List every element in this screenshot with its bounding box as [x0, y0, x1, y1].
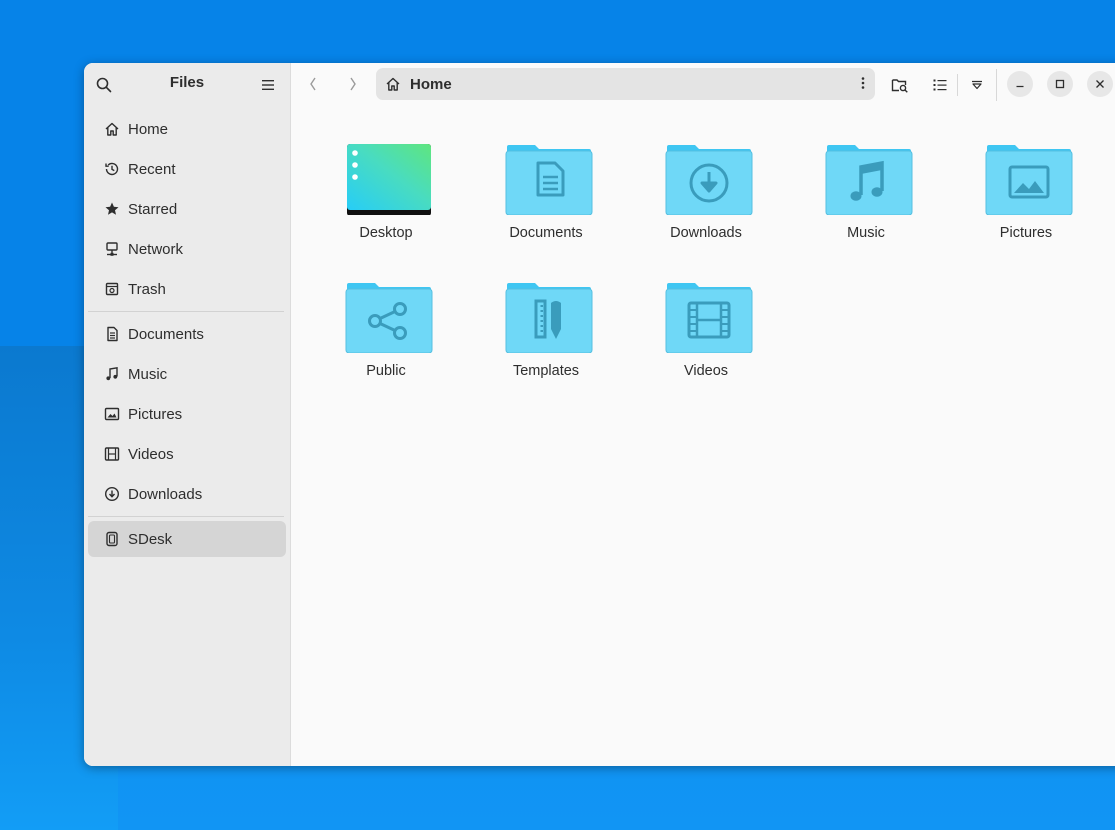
sidebar-item-label: Music — [128, 365, 168, 383]
minimize-icon — [1016, 85, 1024, 88]
sidebar-item-home[interactable]: Home — [88, 111, 286, 147]
file-item-music[interactable]: Music — [796, 133, 936, 263]
kebab-menu-icon — [861, 77, 865, 89]
file-item-public[interactable]: Public — [316, 271, 456, 401]
sidebar-item-network[interactable]: Network — [88, 231, 286, 267]
sidebar-item-pictures[interactable]: Pictures — [88, 396, 286, 432]
desktop-folder-icon — [347, 144, 431, 215]
minimize-button[interactable] — [1007, 71, 1033, 97]
sidebar-item-sdesk[interactable]: SDesk — [88, 521, 286, 557]
pictures-folder-icon — [985, 145, 1073, 215]
star-icon — [104, 201, 120, 217]
sidebar-item-downloads[interactable]: Downloads — [88, 476, 286, 512]
trash-icon — [104, 281, 120, 297]
file-label: Videos — [683, 363, 729, 379]
sidebar-item-label: Trash — [128, 280, 166, 298]
chevron-left-icon — [310, 77, 316, 91]
list-view-button[interactable] — [929, 74, 951, 96]
sidebar-item-label: Documents — [128, 325, 204, 343]
header-bar: Home — [291, 63, 1115, 105]
toolbar-separator — [957, 74, 958, 96]
file-label: Pictures — [999, 225, 1053, 241]
picture-icon — [104, 406, 120, 422]
sidebar-item-label: Recent — [128, 160, 176, 178]
list-view-icon — [933, 79, 947, 91]
sidebar-header: Files — [84, 63, 290, 105]
file-item-desktop[interactable]: Desktop — [316, 133, 456, 263]
main-content: Home Desktop Documents Downloads Music P… — [291, 63, 1115, 766]
chevron-right-icon — [350, 77, 356, 91]
file-label: Music — [847, 225, 885, 241]
document-icon — [104, 326, 120, 342]
downloads-folder-icon — [665, 145, 753, 215]
back-button[interactable] — [303, 74, 323, 94]
sidebar-item-label: SDesk — [128, 530, 173, 548]
videos-folder-icon — [665, 283, 753, 353]
maximize-icon — [1055, 79, 1065, 89]
sidebar-separator — [88, 516, 284, 517]
close-icon — [1096, 80, 1104, 88]
clock-icon — [104, 161, 120, 177]
hamburger-icon — [262, 80, 274, 90]
close-button[interactable] — [1087, 71, 1113, 97]
home-icon — [385, 76, 401, 92]
sidebar-item-videos[interactable]: Videos — [88, 436, 286, 472]
templates-folder-icon — [505, 283, 593, 353]
public-folder-icon — [345, 283, 433, 353]
music-folder-icon — [825, 145, 913, 215]
chevron-down-icon — [972, 80, 982, 90]
file-label: Downloads — [670, 225, 742, 241]
forward-button[interactable] — [343, 74, 363, 94]
file-item-pictures[interactable]: Pictures — [956, 133, 1096, 263]
sidebar-separator — [88, 311, 284, 312]
documents-folder-icon — [505, 145, 593, 215]
home-icon — [104, 121, 120, 137]
maximize-button[interactable] — [1047, 71, 1073, 97]
sidebar-item-documents[interactable]: Documents — [88, 316, 286, 352]
folder-search-icon — [891, 79, 908, 93]
sidebar-item-label: Network — [128, 240, 184, 258]
sidebar-item-trash[interactable]: Trash — [88, 271, 286, 307]
file-item-videos[interactable]: Videos — [636, 271, 776, 401]
video-icon — [104, 446, 120, 462]
main-menu-button[interactable] — [258, 75, 278, 95]
file-item-templates[interactable]: Templates — [476, 271, 616, 401]
location-label: Home — [410, 75, 452, 93]
sidebar-item-label: Pictures — [128, 405, 183, 423]
sidebar-item-label: Downloads — [128, 485, 203, 503]
file-label: Templates — [512, 363, 580, 379]
network-icon — [104, 241, 120, 257]
sidebar-item-recent[interactable]: Recent — [88, 151, 286, 187]
sidebar-item-starred[interactable]: Starred — [88, 191, 286, 227]
location-menu-button[interactable] — [861, 76, 865, 90]
file-item-documents[interactable]: Documents — [476, 133, 616, 263]
file-label: Documents — [509, 225, 583, 241]
file-item-downloads[interactable]: Downloads — [636, 133, 776, 263]
file-label: Desktop — [359, 225, 413, 241]
file-label: Public — [366, 363, 406, 379]
sidebar-item-label: Starred — [128, 200, 178, 218]
search-folder-button[interactable] — [889, 74, 911, 96]
sidebar-item-label: Videos — [128, 445, 174, 463]
sidebar-item-music[interactable]: Music — [88, 356, 286, 392]
drive-icon — [104, 531, 120, 547]
music-icon — [104, 366, 120, 382]
sidebar-item-label: Home — [128, 120, 169, 138]
files-window: Files Home Recent Starred Network Trash — [84, 63, 1115, 766]
location-bar[interactable]: Home — [376, 68, 875, 100]
download-icon — [104, 486, 120, 502]
toolbar-separator — [996, 69, 997, 101]
sidebar: Files Home Recent Starred Network Trash — [84, 63, 291, 766]
view-options-button[interactable] — [967, 74, 987, 96]
